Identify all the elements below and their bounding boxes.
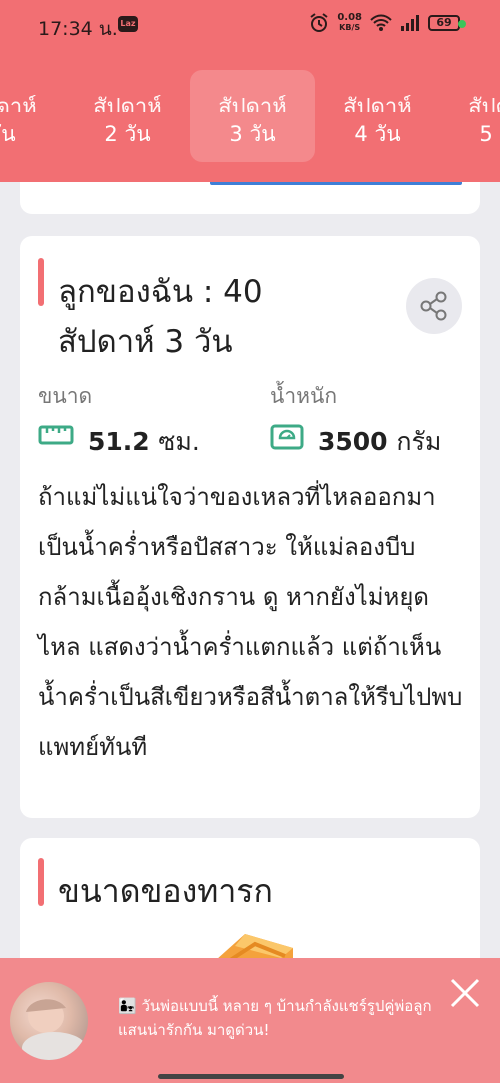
baby-info-card: ลูกของฉัน : 40 สัปดาห์ 3 วัน ขนาด น้ำหนั… (20, 236, 480, 818)
week-day-tabs: สัปดาห์วัน สัปดาห์2 วัน สัปดาห์3 วัน สัป… (0, 70, 500, 162)
header-bar: 17:34 น. Laz 0.08 KB/S 69 สัปดาห์วัน สัป… (0, 0, 500, 182)
battery-icon: 69 (428, 15, 460, 31)
weight-label: น้ำหนัก (270, 384, 338, 408)
promo-text[interactable]: 👨‍👧 วันพ่อแบบนี้ หลาย ๆ บ้านกำลังแชร์รูป… (118, 994, 448, 1042)
weight-value: 3500 กรัม (318, 427, 442, 456)
family-emoji-icon: 👨‍👧 (118, 997, 137, 1015)
share-icon (420, 291, 447, 321)
status-bar: 17:34 น. Laz 0.08 KB/S 69 (0, 0, 500, 52)
lazada-notification-icon: Laz (118, 16, 138, 32)
baby-description: ถ้าแม่ไม่แน่ใจว่าของเหลวที่ไหลออกมาเป็นน… (38, 483, 463, 761)
close-icon[interactable] (448, 976, 482, 1010)
size-section-title: ขนาดของทารก (58, 872, 273, 910)
tab-day-1[interactable]: สัปดาห์วัน (0, 70, 65, 162)
status-time: 17:34 น. (38, 18, 118, 40)
tab-day-2[interactable]: สัปดาห์ 2 วัน (65, 70, 190, 162)
size-label: ขนาด (38, 384, 93, 408)
network-speed: 0.08 KB/S (337, 12, 362, 33)
tab-day-4[interactable]: สัปดาห์ 4 วัน (315, 70, 440, 162)
home-indicator (158, 1074, 344, 1079)
wifi-icon (370, 14, 392, 31)
baby-title: ลูกของฉัน : 40 (58, 274, 263, 310)
signal-icon (401, 15, 419, 31)
alarm-icon (310, 13, 328, 32)
ruler-icon (38, 425, 74, 445)
title-accent (38, 258, 44, 306)
promo-avatar-image (10, 982, 88, 1060)
tab-day-5[interactable]: สัปดาห์5 วัน (440, 70, 500, 162)
status-right: 0.08 KB/S 69 (309, 13, 460, 33)
scale-icon (270, 424, 304, 450)
tab-day-3[interactable]: สัปดาห์ 3 วัน (190, 70, 315, 162)
charging-dot (458, 20, 466, 28)
size-title-accent (38, 858, 44, 906)
size-value: 51.2 ซม. (88, 427, 200, 456)
share-button[interactable] (406, 278, 462, 334)
promo-banner[interactable]: 👨‍👧 วันพ่อแบบนี้ หลาย ๆ บ้านกำลังแชร์รูป… (0, 958, 500, 1083)
baby-subtitle: สัปดาห์ 3 วัน (58, 324, 233, 360)
